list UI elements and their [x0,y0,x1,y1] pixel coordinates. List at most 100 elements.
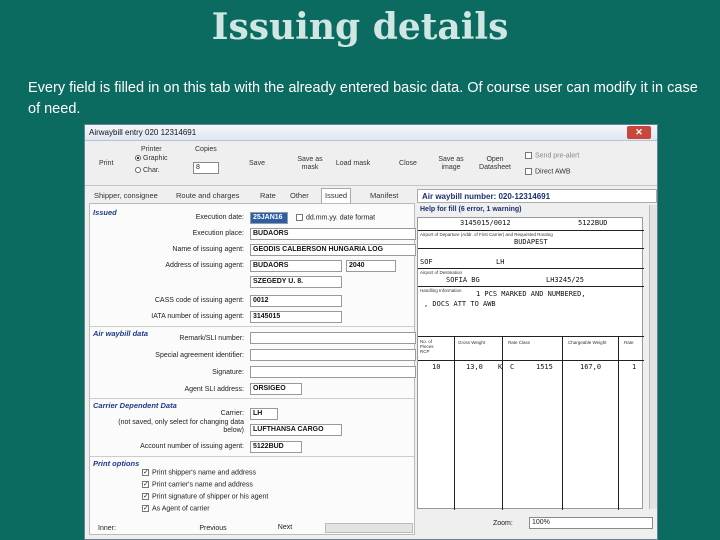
checkbox-icon [296,214,303,221]
signature-label: Signature: [212,369,244,376]
check-icon: ✓ [142,493,149,500]
agent-sli-address-label: Agent SLI address: [184,386,244,393]
close-icon[interactable]: ✕ [627,126,651,139]
account-number-field[interactable]: 5122BUD [250,441,302,453]
print-label: Print [99,160,114,167]
char-radio[interactable]: Char. [135,167,160,174]
issuing-agent-name-field[interactable]: GEODIS CALBERSON HUNGARIA LOG [250,244,416,256]
tab-issued[interactable]: Issued [321,188,352,203]
window-titlebar: Airwaybill entry 020 12314691 ✕ [85,125,657,141]
close-button[interactable]: Close [393,160,423,168]
remark-sli-field[interactable] [250,332,416,344]
graphic-label: Graphic [143,155,168,162]
tab-shipper-consignee[interactable]: Shipper, consignee [91,189,161,203]
doc-carrier: LH [496,258,505,266]
doc-column-rule [562,336,563,510]
window-title: Airwaybill entry 020 12314691 [89,128,197,137]
zoom-select[interactable]: 100% [529,517,653,529]
graphic-radio[interactable]: Graphic [135,155,168,162]
doc-handling-line1: 1 PCS MARKED AND NUMBERED, [476,290,586,298]
vertical-scrollbar[interactable] [649,205,657,509]
previous-button[interactable]: Previous [193,523,233,535]
printer-label: Printer [141,146,162,153]
carrier-field[interactable]: LH [250,408,278,420]
iata-number-field[interactable]: 3145015 [250,311,342,323]
save-button[interactable]: Save [245,160,269,168]
agent-sli-address-field[interactable]: ORSIGEO [250,383,302,395]
print-shipper-checkbox[interactable]: ✓ Print shipper's name and address [142,469,256,476]
check-icon: ✓ [142,505,149,512]
issuing-agent-address-label: Address of issuing agent: [165,262,244,269]
execution-date-field[interactable]: 25JAN16 [250,212,288,224]
signature-field[interactable] [250,366,416,378]
doc-column-rule [454,336,455,510]
save-as-mask-button[interactable]: Save as mask [293,156,327,172]
date-format-label: dd.mm.yy. date format [306,214,376,222]
print-carrier-checkbox[interactable]: ✓ Print carrier's name and address [142,481,253,488]
doc-column-rule [502,336,503,510]
doc-rule [418,336,644,337]
tab-route-charges[interactable]: Route and charges [173,189,242,203]
doc-chargeable: 167,0 [580,363,602,371]
print-signature-checkbox[interactable]: ✓ Print signature of shipper or his agent [142,493,268,500]
doc-departure: BUDAPEST [514,238,548,246]
as-agent-label: As Agent of carrier [152,505,210,513]
print-shipper-label: Print shipper's name and address [152,469,257,477]
slide-description: Every field is filled in on this tab wit… [28,80,698,117]
horizontal-scrollbar[interactable] [325,523,413,533]
tab-other[interactable]: Other [287,189,312,203]
inner-label: Inner: [98,525,116,532]
next-button[interactable]: Next [265,522,305,534]
copies-stepper[interactable]: 8 [193,162,219,174]
divider [90,398,414,399]
send-pre-alert-label: Send pre-alert [535,152,580,160]
doc-column-rule [618,336,619,510]
char-label: Char. [143,167,160,174]
zoom-label: Zoom: [493,520,513,527]
doc-to: SOF [420,258,433,266]
doc-gross: 13,0 [466,363,483,371]
tab-manifest[interactable]: Manifest [367,189,401,203]
save-as-image-button[interactable]: Save as image [435,156,467,172]
doc-commodity: 1515 [536,363,553,371]
toolbar: Print Printer Graphic Char. Copies 8 Sav… [85,142,657,186]
doc-handling-caption: Handling Information [420,288,462,293]
issuing-agent-zip-field[interactable]: 2040 [346,260,396,272]
slide-title: Issuing details [211,6,509,48]
date-format-checkbox[interactable]: dd.mm.yy. date format [296,214,375,221]
divider [90,456,414,457]
bottom-bar: Inner: Previous Next [89,523,415,535]
issuing-agent-street-field[interactable]: SZEGEDY U. 8. [250,276,342,288]
check-icon: ✓ [142,481,149,488]
send-pre-alert-checkbox[interactable]: Send pre-alert [525,152,579,159]
as-agent-checkbox[interactable]: ✓ As Agent of carrier [142,505,210,512]
doc-pieces-caption: No. of Pieces RCP [420,339,434,354]
tab-rate[interactable]: Rate [257,189,279,203]
checkbox-icon [525,168,532,175]
open-datasheet-button[interactable]: Open Datasheet [475,156,515,172]
doc-pieces: 10 [432,363,441,371]
doc-flight: LH3245/25 [546,276,584,284]
checkbox-icon [525,152,532,159]
help-for-fill[interactable]: Help for fill (6 error, 1 warning) [417,205,649,217]
direct-awb-label: Direct AWB [535,168,571,176]
doc-iata: 3145015/0012 [460,219,511,227]
cass-code-field[interactable]: 0012 [250,295,342,307]
cass-code-label: CASS code of issuing agent: [154,297,244,304]
special-agreement-field[interactable] [250,349,416,361]
copies-label: Copies [195,146,217,153]
execution-place-label: Execution place: [192,230,244,237]
issuing-agent-address-field[interactable]: BUDAÖRS [250,260,342,272]
execution-place-field[interactable]: BUDAÖRS [250,228,416,240]
doc-rule [418,248,644,249]
section-print-options: Print options [93,459,140,468]
divider [90,326,414,327]
doc-destination-caption: Airport of Destination [420,270,463,275]
doc-departure-caption: Airport of Departure (Addr. of First Car… [420,232,553,237]
load-mask-button[interactable]: Load mask [333,160,373,168]
radio-icon [135,167,141,174]
carrier-name-field[interactable]: LUFTHANSA CARGO [250,424,342,436]
doc-rule [418,360,644,361]
execution-date-label: Execution date: [195,214,244,221]
direct-awb-checkbox[interactable]: Direct AWB [525,168,571,175]
